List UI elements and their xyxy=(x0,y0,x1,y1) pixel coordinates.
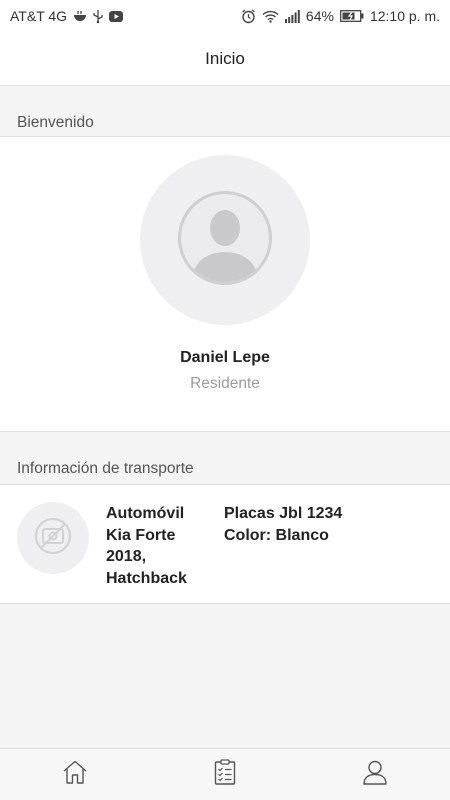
vehicle-body: Hatchback xyxy=(106,569,187,587)
alarm-icon xyxy=(241,8,256,24)
bowl-icon xyxy=(73,10,87,22)
nav-home[interactable] xyxy=(45,749,105,800)
home-icon xyxy=(62,759,88,790)
profile-icon xyxy=(362,759,388,790)
welcome-section-label: Bienvenido xyxy=(17,114,94,131)
vehicle-model: Kia Forte xyxy=(106,526,176,544)
avatar[interactable] xyxy=(140,155,310,325)
vehicle-year: 2018, xyxy=(106,548,147,565)
wifi-icon xyxy=(262,10,279,23)
vehicle-description: Automóvil Kia Forte 2018, Hatchback xyxy=(106,503,206,589)
no-photo-icon xyxy=(33,516,73,561)
vehicle-color: Color: Blanco xyxy=(224,526,329,544)
user-role: Residente xyxy=(190,375,260,392)
usb-icon xyxy=(93,9,103,23)
profile-card: Daniel Lepe Residente xyxy=(0,136,450,432)
vehicle-thumbnail xyxy=(17,502,89,574)
app-header: Inicio xyxy=(0,32,450,86)
status-bar: AT&T 4G 64% 12:10 p. m. xyxy=(0,0,450,32)
battery-percent: 64% xyxy=(305,8,334,24)
nav-checklist[interactable] xyxy=(195,749,255,800)
vehicle-type: Automóvil xyxy=(106,505,185,522)
signal-icon xyxy=(284,9,300,23)
nav-profile[interactable] xyxy=(345,749,405,800)
clock: 12:10 p. m. xyxy=(369,8,440,24)
carrier-label: AT&T 4G xyxy=(10,8,68,24)
transport-section-label: Información de transporte xyxy=(17,460,194,477)
user-name: Daniel Lepe xyxy=(180,349,270,366)
checklist-icon xyxy=(214,759,236,790)
vehicle-card[interactable]: Automóvil Kia Forte 2018, Hatchback Plac… xyxy=(0,484,450,604)
vehicle-plates: Placas Jbl 1234 xyxy=(224,505,343,522)
page-title: Inicio xyxy=(205,48,245,68)
youtube-icon xyxy=(109,10,124,22)
user-placeholder-icon xyxy=(177,190,273,291)
bottom-navigation xyxy=(0,748,450,800)
battery-charging-icon xyxy=(340,10,364,22)
